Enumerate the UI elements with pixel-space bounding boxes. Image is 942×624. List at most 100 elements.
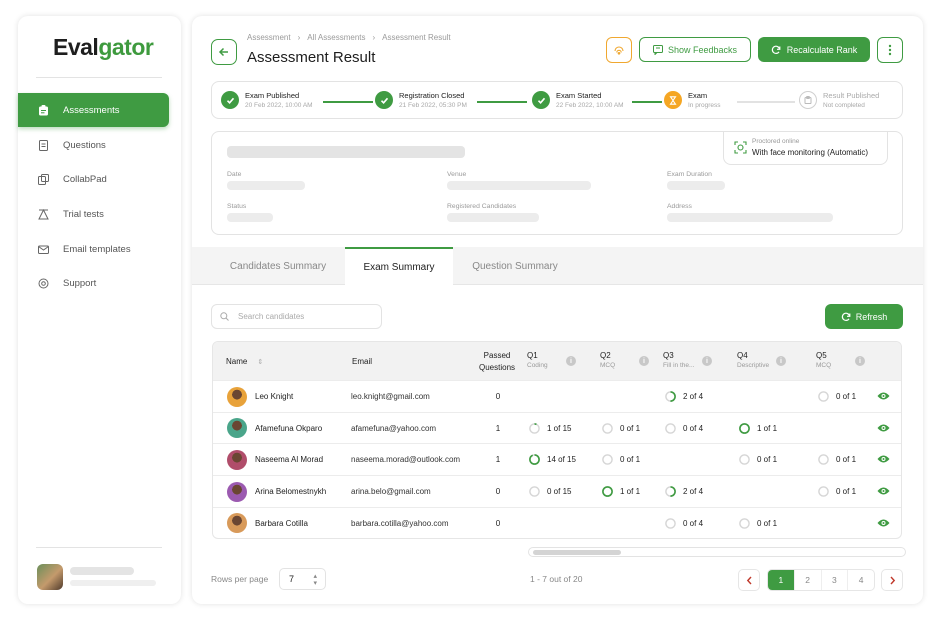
candidate-email: afamefuna@yahoo.com [351, 423, 437, 433]
q2-score: 0 of 1 [602, 444, 640, 475]
evalgator-logo[interactable]: Evalgator [53, 34, 154, 61]
sidebar-item-email-templates[interactable]: Email templates [18, 232, 169, 266]
proctoring-button[interactable] [606, 37, 632, 63]
step-connector [737, 101, 795, 103]
user-profile[interactable] [37, 562, 157, 592]
venue-label: Venue [447, 171, 467, 178]
scrollbar-thumb[interactable] [533, 550, 621, 555]
info-icon[interactable]: i [855, 356, 865, 366]
page-1-button[interactable]: 1 [768, 570, 795, 590]
view-eye-icon[interactable] [877, 485, 890, 497]
view-eye-icon[interactable] [877, 517, 890, 529]
sidebar-item-label: Trial tests [63, 208, 104, 220]
q4-score: 1 of 1 [739, 413, 777, 444]
candidate-name[interactable]: Arina Belomestnykh [255, 487, 326, 496]
view-eye-icon[interactable] [877, 453, 890, 465]
refresh-button[interactable]: Refresh [825, 304, 903, 329]
table-row[interactable]: Naseema Al Morad naseema.morad@outlook.co… [213, 443, 901, 475]
table-row[interactable]: Arina Belomestnykh arina.belo@gmail.com 0 0… [213, 475, 901, 507]
proctor-title: Proctored online [752, 138, 800, 145]
table-row[interactable]: Afamefuna Okparo afamefuna@yahoo.com 1 1 of… [213, 411, 901, 444]
sidebar-item-assessments[interactable]: Assessments [18, 93, 169, 127]
candidate-name-cell: Leo Knight [227, 381, 293, 412]
fingerprint-icon [614, 46, 624, 55]
candidate-email: barbara.cotilla@yahoo.com [351, 518, 449, 528]
sidebar-item-label: CollabPad [63, 173, 107, 185]
table-row[interactable]: Leo Knight leo.knight@gmail.com 0 2 of 4 0 o… [213, 380, 901, 412]
info-icon[interactable]: i [639, 356, 649, 366]
search-placeholder: Search candidates [238, 312, 305, 321]
candidate-name[interactable]: Naseema Al Morad [255, 455, 323, 464]
view-eye-icon[interactable] [877, 390, 890, 402]
candidate-name[interactable]: Afamefuna Okparo [255, 424, 322, 433]
table-row[interactable]: Barbara Cotilla barbara.cotilla@yahoo.com… [213, 506, 901, 538]
breadcrumb-item: Assessment Result [382, 33, 451, 42]
page-3-button[interactable]: 3 [822, 570, 849, 590]
candidate-name-cell: Afamefuna Okparo [227, 413, 322, 444]
tab-candidates-summary[interactable]: Candidates Summary [213, 247, 343, 285]
sidebar-item-collabpad[interactable]: CollabPad [18, 162, 169, 196]
candidate-name[interactable]: Leo Knight [255, 392, 293, 401]
date-label: Date [227, 171, 242, 178]
candidate-name[interactable]: Barbara Cotilla [255, 519, 308, 528]
q3-score: 2 of 4 [665, 381, 703, 412]
score-text: 0 of 1 [757, 518, 778, 528]
info-icon[interactable]: i [776, 356, 786, 366]
prev-page-button[interactable] [738, 569, 760, 591]
registered-placeholder [447, 213, 539, 222]
info-icon[interactable]: i [702, 356, 712, 366]
progress-ring-icon [818, 454, 829, 466]
status-placeholder [227, 213, 273, 222]
search-input[interactable]: Search candidates [211, 304, 382, 329]
tab-question-summary[interactable]: Question Summary [455, 247, 575, 285]
show-feedbacks-button[interactable]: Show Feedbacks [639, 37, 751, 62]
avatar [227, 449, 247, 470]
sort-icon[interactable]: ⇕ [257, 359, 263, 366]
q1-score: 1 of 15 [529, 413, 571, 444]
progress-ring-icon [739, 454, 750, 466]
passed-count: 1 [495, 423, 501, 433]
step-title: Result Published [823, 91, 880, 100]
score-text: 0 of 15 [547, 487, 572, 497]
avatar [227, 418, 247, 439]
sidebar-item-support[interactable]: Support [18, 266, 169, 300]
avatar [227, 386, 247, 407]
refresh-icon [771, 45, 781, 54]
refresh-icon [841, 312, 851, 321]
proctoring-badge: Proctored online With face monitoring (A… [723, 132, 888, 165]
duration-placeholder [667, 181, 725, 190]
score-text: 1 of 15 [547, 423, 572, 433]
progress-ring-icon [739, 422, 750, 434]
address-label: Address [667, 203, 692, 210]
sidebar-item-questions[interactable]: Questions [18, 128, 169, 162]
horizontal-scrollbar[interactable] [528, 547, 906, 557]
rows-per-page-select[interactable]: 7 ▴ ▾ [279, 568, 326, 590]
more-options-button[interactable] [877, 37, 903, 63]
score-text: 0 of 1 [836, 392, 857, 401]
page-4-button[interactable]: 4 [848, 570, 874, 590]
rows-per-page-value: 7 [289, 574, 295, 584]
progress-ring-icon [665, 517, 676, 529]
header-name[interactable]: Name ⇕ [226, 357, 263, 366]
collabpad-icon [37, 173, 49, 185]
main-panel: Assessment › All Assessments › Assessment Re… [192, 16, 923, 604]
breadcrumb-item[interactable]: Assessment [247, 33, 291, 42]
breadcrumb-item[interactable]: All Assessments [307, 33, 365, 42]
step-date: Not completed [823, 102, 865, 109]
sidebar-item-trial-tests[interactable]: Trial tests [18, 197, 169, 231]
recalculate-rank-button[interactable]: Recalculate Rank [758, 37, 870, 62]
status-label: Status [227, 203, 247, 210]
passed-count: 0 [495, 518, 501, 528]
view-eye-icon[interactable] [877, 422, 890, 434]
candidate-email: leo.knight@gmail.com [351, 392, 430, 401]
info-icon[interactable]: i [566, 356, 576, 366]
hourglass-icon [664, 91, 682, 109]
back-button[interactable] [211, 39, 237, 65]
header-q5: Q5 MCQ [816, 351, 832, 369]
page-2-button[interactable]: 2 [795, 570, 822, 590]
tab-exam-summary[interactable]: Exam Summary [345, 247, 453, 286]
chevron-left-icon [746, 576, 752, 584]
q5-score: 0 of 1 [818, 381, 856, 412]
sidebar-divider [36, 547, 162, 548]
next-page-button[interactable] [881, 569, 903, 591]
